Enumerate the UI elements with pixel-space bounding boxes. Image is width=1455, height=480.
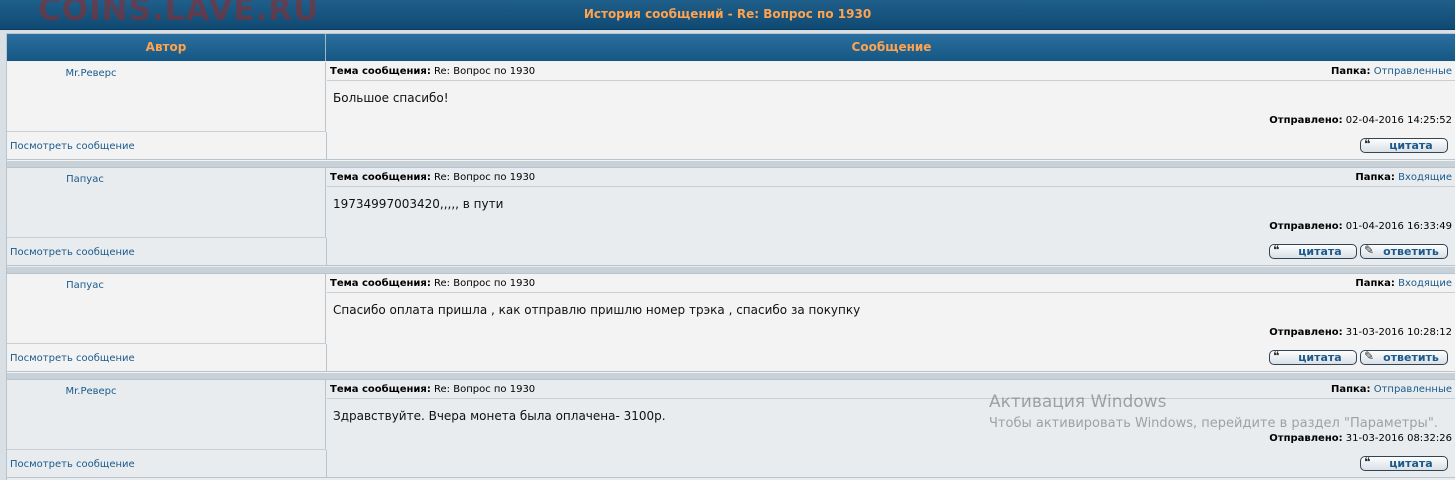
reply-button-label: ответить (1383, 245, 1439, 258)
row-separator (7, 267, 1455, 274)
row-separator (7, 161, 1455, 168)
message-row: Папуас Тема сообщения: Re: Вопрос по 193… (7, 168, 1455, 268)
subject-label: Тема сообщения: (330, 66, 431, 77)
message-body: Здравствуйте. Вчера монета была оплачена… (333, 409, 666, 423)
quote-icon: ❝ (1364, 455, 1371, 469)
page-title: История сообщений - Re: Вопрос по 1930 (583, 7, 872, 21)
message-footer: Посмотреть сообщение ❝ цитата (7, 132, 1455, 160)
author-cell: Mr.Реверс (7, 62, 326, 132)
row-separator (7, 373, 1455, 380)
folder-label: Папка: (1330, 66, 1371, 77)
column-divider (326, 132, 327, 160)
subject: Тема сообщения: Re: Вопрос по 1930 (330, 278, 535, 289)
folder-link[interactable]: Входящие (1398, 278, 1452, 289)
sent-label: Отправлено: (1269, 221, 1343, 232)
reply-button[interactable]: ✎ ответить (1360, 350, 1448, 365)
sent-label: Отправлено: (1269, 327, 1343, 338)
subject-value: Re: Вопрос по 1930 (434, 384, 536, 395)
sent-date: Отправлено: 01-04-2016 16:33:49 (1269, 221, 1452, 232)
action-buttons: ❝ цитата ✎ ответить (1269, 350, 1448, 365)
sent-value: 01-04-2016 16:33:49 (1345, 221, 1452, 232)
view-message-link[interactable]: Посмотреть сообщение (10, 353, 135, 364)
quote-icon: ❝ (1364, 137, 1371, 151)
subject-label: Тема сообщения: (330, 384, 431, 395)
sent-label: Отправлено: (1269, 433, 1343, 444)
column-header-author: Автор (7, 34, 326, 61)
message-footer: Посмотреть сообщение ❝ цитата ✎ ответить (7, 238, 1455, 266)
subject-value: Re: Вопрос по 1930 (434, 66, 536, 77)
quote-button-label: цитата (1298, 351, 1342, 364)
windows-activation-overlay: Активация Windows Чтобы активировать Win… (989, 392, 1438, 431)
message-meta: Тема сообщения: Re: Вопрос по 1930 Папка… (327, 62, 1455, 81)
column-header-message: Сообщение (851, 40, 932, 54)
subject-label: Тема сообщения: (330, 278, 431, 289)
subject: Тема сообщения: Re: Вопрос по 1930 (330, 172, 535, 183)
quote-button-label: цитата (1389, 139, 1433, 152)
sent-label: Отправлено: (1269, 115, 1343, 126)
sent-date: Отправлено: 31-03-2016 10:28:12 (1269, 327, 1452, 338)
quote-button[interactable]: ❝ цитата (1360, 456, 1448, 471)
reply-icon: ✎ (1364, 349, 1375, 363)
author-cell: Папуас (7, 168, 326, 238)
folder: Папка: Входящие (1355, 278, 1452, 289)
reply-icon: ✎ (1364, 243, 1375, 257)
message-row: Папуас Тема сообщения: Re: Вопрос по 193… (7, 274, 1455, 374)
sent-value: 31-03-2016 08:32:26 (1345, 433, 1452, 444)
title-bar: COINS.LAVE.RU История сообщений - Re: Во… (0, 0, 1455, 30)
action-buttons: ❝ цитата (1360, 456, 1448, 471)
subject: Тема сообщения: Re: Вопрос по 1930 (330, 66, 535, 77)
quote-icon: ❝ (1273, 349, 1280, 363)
action-buttons: ❝ цитата ✎ ответить (1269, 244, 1448, 259)
quote-icon: ❝ (1273, 243, 1280, 257)
subject-value: Re: Вопрос по 1930 (434, 278, 536, 289)
subject-label: Тема сообщения: (330, 172, 431, 183)
view-message-link[interactable]: Посмотреть сообщение (10, 141, 135, 152)
column-divider (326, 238, 327, 266)
author-cell: Mr.Реверс (7, 380, 326, 450)
quote-button-label: цитата (1389, 457, 1433, 470)
sent-date: Отправлено: 31-03-2016 08:32:26 (1269, 433, 1452, 444)
author-link[interactable]: Mr.Реверс (11, 68, 171, 79)
action-buttons: ❝ цитата (1360, 138, 1448, 153)
message-row: Mr.Реверс Тема сообщения: Re: Вопрос по … (7, 62, 1455, 162)
quote-button[interactable]: ❝ цитата (1269, 350, 1357, 365)
reply-button-label: ответить (1383, 351, 1439, 364)
message-meta: Тема сообщения: Re: Вопрос по 1930 Папка… (327, 274, 1455, 293)
folder-label: Папка: (1355, 172, 1395, 183)
reply-button[interactable]: ✎ ответить (1360, 244, 1448, 259)
subject-value: Re: Вопрос по 1930 (434, 172, 536, 183)
sent-date: Отправлено: 02-04-2016 14:25:52 (1269, 115, 1452, 126)
folder: Папка: Отправленные (1331, 66, 1452, 77)
message-footer: Посмотреть сообщение ❝ цитата ✎ ответить (7, 344, 1455, 372)
author-link[interactable]: Папуас (5, 174, 165, 185)
folder-link[interactable]: Входящие (1398, 172, 1452, 183)
quote-button-label: цитата (1298, 245, 1342, 258)
quote-button[interactable]: ❝ цитата (1269, 244, 1357, 259)
message-meta: Тема сообщения: Re: Вопрос по 1930 Папка… (327, 168, 1455, 187)
sent-value: 02-04-2016 14:25:52 (1345, 115, 1452, 126)
message-footer: Посмотреть сообщение ❝ цитата (7, 450, 1455, 478)
message-body: 19734997003420,,,,, в пути (333, 197, 504, 211)
view-message-link[interactable]: Посмотреть сообщение (10, 247, 135, 258)
author-cell: Папуас (7, 274, 326, 344)
activation-title: Активация Windows (989, 392, 1167, 412)
quote-button[interactable]: ❝ цитата (1360, 138, 1448, 153)
folder-link[interactable]: Отправленные (1374, 66, 1452, 77)
folder: Папка: Входящие (1355, 172, 1452, 183)
author-link[interactable]: Mr.Реверс (11, 386, 171, 397)
subject: Тема сообщения: Re: Вопрос по 1930 (330, 384, 535, 395)
message-body: Большое спасибо! (333, 91, 449, 105)
message-body: Спасибо оплата пришла , как отправлю при… (333, 303, 861, 317)
author-link[interactable]: Папуас (5, 280, 165, 291)
folder-label: Папка: (1355, 278, 1395, 289)
column-divider (326, 450, 327, 478)
table-header: Автор Сообщение (7, 34, 1455, 61)
activation-hint: Чтобы активировать Windows, перейдите в … (989, 416, 1438, 431)
column-divider (326, 344, 327, 372)
view-message-link[interactable]: Посмотреть сообщение (10, 459, 135, 470)
sent-value: 31-03-2016 10:28:12 (1345, 327, 1452, 338)
